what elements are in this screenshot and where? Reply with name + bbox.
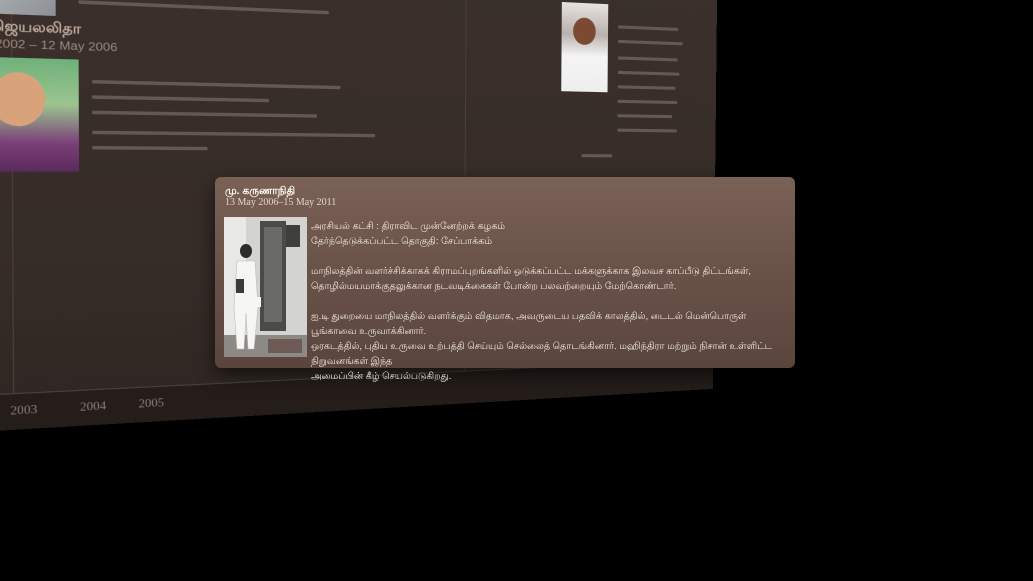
detail-popup[interactable]: மு. கருணாநிதி 13 May 2006–15 May 2011 அர…: [215, 177, 795, 382]
face-shape: [572, 17, 596, 46]
karunanidhi-photo: [224, 217, 307, 357]
entry-dates: 2 Mar 2002 – 12 May 2006: [0, 37, 118, 55]
party-line: அரசியல் கட்சி : திராவிட முன்னேற்றக் கழகம…: [311, 221, 506, 232]
jayalalithaa-photo[interactable]: [0, 56, 80, 172]
axis-year[interactable]: 2005: [139, 397, 165, 411]
entry-name[interactable]: ஜெ. ஜெயலலிதா: [0, 16, 81, 40]
text-line: [92, 110, 317, 118]
face-shape: [0, 71, 46, 127]
text-line: [92, 130, 376, 138]
text-line: [618, 39, 683, 46]
description-text: தொழில்மயமாக்குதலுக்கான நடவடிக்கைகள் போன்…: [311, 281, 677, 292]
axis-year[interactable]: 2004: [80, 400, 106, 414]
text-line: [617, 56, 678, 62]
popup-dates: 13 May 2006–15 May 2011: [225, 197, 337, 208]
axis-year[interactable]: 2003: [10, 404, 37, 418]
text-line: [91, 79, 341, 90]
description-text: ஐ.டி துறையை மாநிலத்தில் வளர்க்கும் விதமா…: [311, 311, 747, 337]
text-line: [91, 95, 270, 103]
description-text: அமைப்பின் கீழ் செயல்படுகிறது.: [311, 371, 452, 382]
palaniswami-photo[interactable]: [561, 1, 609, 93]
text-line: [617, 114, 673, 119]
constituency-line: தேர்ந்தெடுக்கப்பட்ட தொகுதி: சேப்பாக்கம்: [311, 236, 493, 247]
text-line: [617, 85, 676, 90]
popup-description: அரசியல் கட்சி : திராவிட முன்னேற்றக் கழகம…: [311, 219, 787, 384]
photo-illustration: [224, 217, 307, 357]
description-text: மாநிலத்தின் வளர்ச்சிக்காகக் கிராமப்புறங்…: [311, 266, 752, 277]
text-line: [617, 70, 680, 76]
text-line: [617, 99, 678, 105]
previous-entry-photo[interactable]: [0, 0, 56, 16]
text-line: [92, 145, 208, 151]
text-line: [581, 154, 613, 158]
description-text: ஒரகடத்தில், புதிய உருவை உற்பத்தி செய்யும…: [311, 341, 773, 367]
text-line: [618, 25, 678, 31]
text-line: [78, 0, 329, 15]
text-line: [617, 128, 677, 133]
